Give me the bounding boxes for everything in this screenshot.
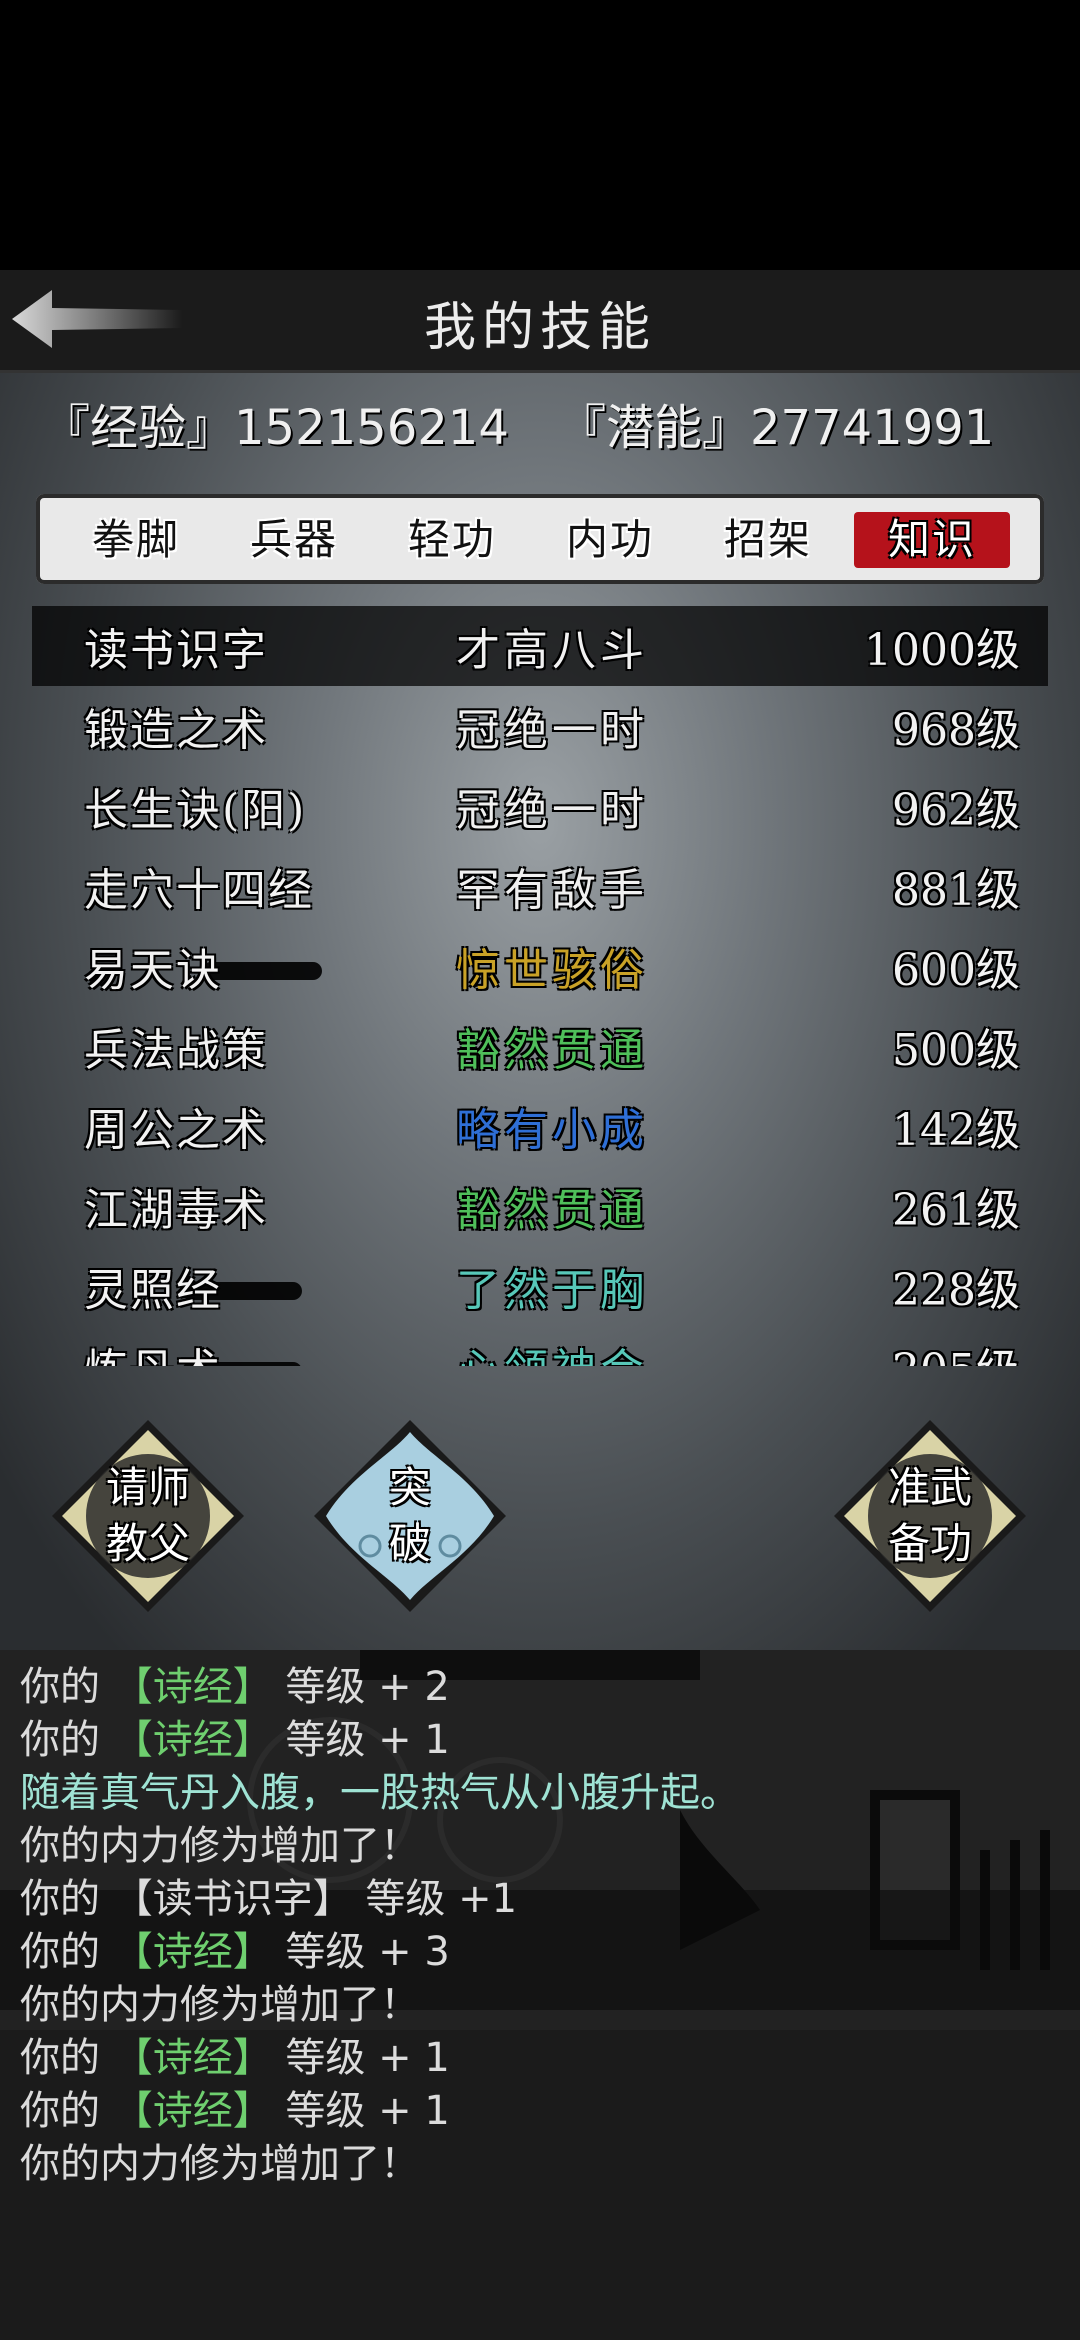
skill-name: 江湖毒术 (84, 1185, 268, 1236)
skill-level: 228级 (892, 1265, 1020, 1316)
log-line: 你的 【诗经】 等级 + 3 (20, 1929, 450, 1975)
skill-row[interactable]: 江湖毒术 豁然贯通 261级 (32, 1166, 1048, 1246)
skill-rank: 罕有敌手 (456, 865, 648, 916)
tab-lightness[interactable]: 轻功 (374, 512, 530, 568)
skill-name: 易天诀 (84, 945, 222, 996)
skill-level: 1000级 (864, 625, 1020, 676)
page-title: 我的技能 (423, 298, 656, 358)
log-line: 你的内力修为增加了！ (20, 1823, 420, 1869)
log-line: 你的 【诗经】 等级 + 2 (20, 1664, 450, 1710)
prepare-skill-button[interactable]: 准武 备功 (830, 1416, 1030, 1616)
tab-fist[interactable]: 拳脚 (58, 512, 214, 568)
status-bar-area (0, 0, 1080, 270)
teach-button[interactable]: 请师 教父 (48, 1416, 248, 1616)
potential-label: 『潜能』 (558, 400, 751, 456)
skill-rank: 了然于胸 (456, 1265, 648, 1316)
log-line: 你的 【诗经】 等级 + 1 (20, 1717, 450, 1763)
skill-row[interactable]: 兵法战策 豁然贯通 500级 (32, 1006, 1048, 1086)
log-line: 你的 【读书识字】 等级 +1 (20, 1876, 518, 1922)
skill-row[interactable]: 读书识字 才高八斗 1000级 (32, 606, 1048, 686)
skill-rank: 心领神会 (456, 1334, 648, 1366)
message-log[interactable]: 你的 【诗经】 等级 + 2 你的 【诗经】 等级 + 1 随着真气丹入腹，一股… (0, 1650, 1080, 2340)
tab-parry[interactable]: 招架 (690, 512, 846, 568)
skill-name: 兵法战策 (84, 1025, 268, 1076)
skill-rank: 冠绝一时 (456, 705, 648, 756)
skill-name: 走穴十四经 (84, 865, 314, 916)
tab-weapon[interactable]: 兵器 (216, 512, 372, 568)
skill-level: 205级 (892, 1334, 1020, 1366)
skill-rank: 略有小成 (456, 1105, 648, 1156)
potential-value: 27741991 (750, 400, 995, 456)
skill-level: 600级 (892, 945, 1020, 996)
teach-label-1: 请师 (105, 1463, 190, 1512)
skill-row[interactable]: 灵照经 了然于胸 228级 (32, 1246, 1048, 1326)
skill-row[interactable]: 炼丹术 心领神会 205级 (32, 1326, 1048, 1366)
skill-category-tabs: 拳脚 兵器 轻功 内功 招架 知识 (36, 494, 1044, 584)
skill-level: 881级 (892, 865, 1020, 916)
log-line: 随着真气丹入腹，一股热气从小腹升起。 (20, 1770, 740, 1816)
breakthrough-label-1: 突 (388, 1463, 431, 1512)
log-line: 你的内力修为增加了！ (20, 1982, 420, 2028)
skill-name: 周公之术 (84, 1105, 268, 1156)
skill-row[interactable]: 锻造之术 冠绝一时 968级 (32, 686, 1048, 766)
skill-rank: 豁然贯通 (456, 1025, 648, 1076)
breakthrough-label-2: 破 (388, 1519, 431, 1568)
skill-rank: 豁然贯通 (456, 1185, 648, 1236)
skill-rank: 惊世骇俗 (456, 945, 648, 996)
skill-level: 500级 (892, 1025, 1020, 1076)
potential-stat: 『潜能』27741991 (558, 388, 994, 458)
teach-label-2: 教父 (105, 1519, 190, 1568)
exp-label: 『经验』 (42, 400, 235, 456)
exp-stat: 『经验』152156214 (42, 388, 509, 458)
skill-name: 灵照经 (84, 1265, 222, 1316)
skill-rank: 才高八斗 (456, 625, 648, 676)
log-line: 你的 【诗经】 等级 + 1 (20, 2088, 450, 2134)
skill-row[interactable]: 易天诀 惊世骇俗 600级 (32, 926, 1048, 1006)
skill-row[interactable]: 周公之术 略有小成 142级 (32, 1086, 1048, 1166)
skill-list[interactable]: 读书识字 才高八斗 1000级 锻造之术 冠绝一时 968级 长生诀(阳) 冠绝… (32, 606, 1048, 1366)
log-line: 你的 【诗经】 等级 + 1 (20, 2035, 450, 2081)
tab-internal[interactable]: 内功 (532, 512, 688, 568)
exp-value: 152156214 (234, 400, 509, 456)
skill-row[interactable]: 走穴十四经 罕有敌手 881级 (32, 846, 1048, 926)
skill-level: 142级 (892, 1105, 1020, 1156)
skill-level: 962级 (892, 785, 1020, 836)
skill-level: 261级 (892, 1185, 1020, 1236)
skill-name: 长生诀(阳) (84, 785, 307, 836)
tab-knowledge[interactable]: 知识 (854, 512, 1010, 568)
skill-name: 锻造之术 (84, 705, 268, 756)
skill-level: 968级 (892, 705, 1020, 756)
skill-row[interactable]: 长生诀(阳) 冠绝一时 962级 (32, 766, 1048, 846)
screen: 我的技能 『经验』152156214 『潜能』27741991 拳脚 兵器 轻功… (0, 0, 1080, 2340)
skill-name: 读书识字 (84, 625, 268, 676)
prepare-label-1: 准武 (887, 1463, 972, 1512)
log-line: 你的内力修为增加了！ (20, 2141, 420, 2187)
prepare-label-2: 备功 (887, 1519, 972, 1568)
breakthrough-button[interactable]: 突 破 (310, 1416, 510, 1616)
skill-name: 炼丹术 (84, 1334, 222, 1366)
skill-rank: 冠绝一时 (456, 785, 648, 836)
